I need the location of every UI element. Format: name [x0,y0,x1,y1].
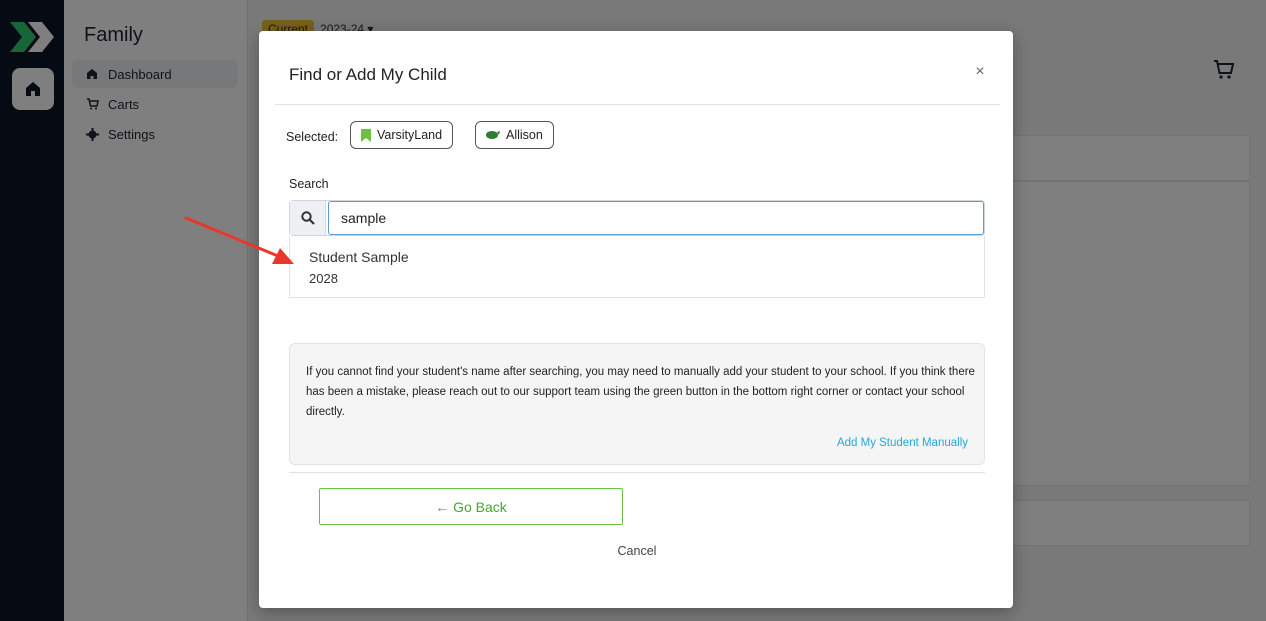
bookmark-icon [361,128,371,142]
divider [275,104,1000,105]
search-input[interactable] [328,201,984,235]
add-student-manually-link[interactable]: Add My Student Manually [837,437,968,449]
search-box [289,200,985,236]
divider [289,472,985,473]
chip-school[interactable]: VarsityLand [350,121,454,149]
go-back-button[interactable]: ← Go Back [319,488,623,525]
find-child-modal: Find or Add My Child × Selected: Varsity… [259,31,1013,608]
result-name: Student Sample [309,249,409,265]
chip-label: Allison [506,128,543,142]
selected-label: Selected: [286,130,339,144]
result-year: 2028 [309,271,338,286]
help-info-box: If you cannot find your student's name a… [289,343,985,465]
mascot-icon [486,131,500,139]
chip-student[interactable]: Allison [475,121,554,149]
cancel-button[interactable]: Cancel [589,544,685,558]
modal-title: Find or Add My Child [289,65,447,84]
chip-label: VarsityLand [377,128,443,142]
search-result-item[interactable]: Student Sample 2028 [289,236,985,298]
search-label: Search [289,177,329,191]
close-icon[interactable]: × [973,64,987,80]
help-text: If you cannot find your student's name a… [306,366,975,418]
annotation-arrow [184,216,294,264]
